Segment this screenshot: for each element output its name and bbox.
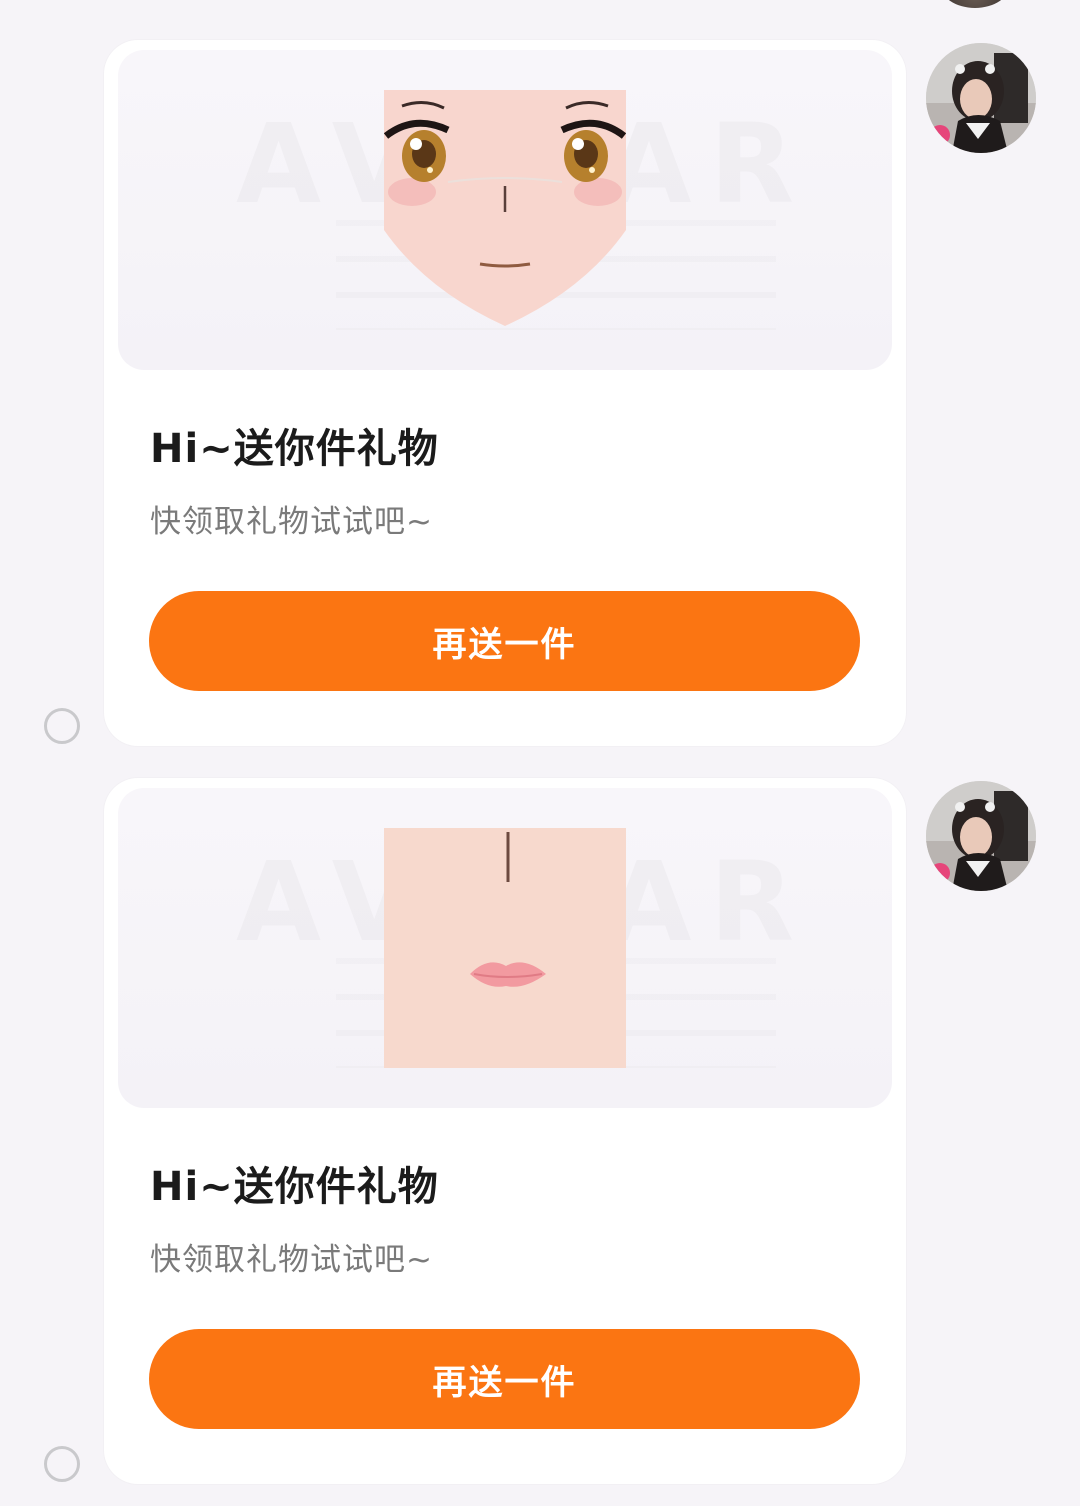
gift-card[interactable]: AVATAR xyxy=(104,40,906,746)
previous-avatar[interactable] xyxy=(940,0,1010,8)
card-title: Hi~送你件礼物 xyxy=(150,426,439,472)
select-radio[interactable] xyxy=(44,708,80,744)
anime-face-mouth-icon xyxy=(384,828,626,1068)
avatar[interactable] xyxy=(926,781,1036,891)
gift-message: AVATAR xyxy=(0,40,1080,750)
gift-preview: AVATAR xyxy=(118,788,892,1108)
user-avatar-icon xyxy=(926,43,1036,153)
gift-message: AVATAR Hi~送你件礼物 快领取礼物试试吧~ 再送一件 xyxy=(0,778,1080,1488)
chat-page: AVATAR xyxy=(0,0,1080,1506)
avatar[interactable] xyxy=(926,43,1036,153)
card-title: Hi~送你件礼物 xyxy=(150,1164,439,1210)
gift-preview: AVATAR xyxy=(118,50,892,370)
card-subtitle: 快领取礼物试试吧~ xyxy=(150,504,433,540)
select-radio[interactable] xyxy=(44,1446,80,1482)
anime-face-eyes-icon xyxy=(384,90,626,326)
user-avatar-icon xyxy=(926,781,1036,891)
card-subtitle: 快领取礼物试试吧~ xyxy=(150,1242,433,1278)
send-again-button[interactable]: 再送一件 xyxy=(149,1329,860,1429)
gift-card[interactable]: AVATAR Hi~送你件礼物 快领取礼物试试吧~ 再送一件 xyxy=(104,778,906,1484)
send-again-button[interactable]: 再送一件 xyxy=(149,591,860,691)
